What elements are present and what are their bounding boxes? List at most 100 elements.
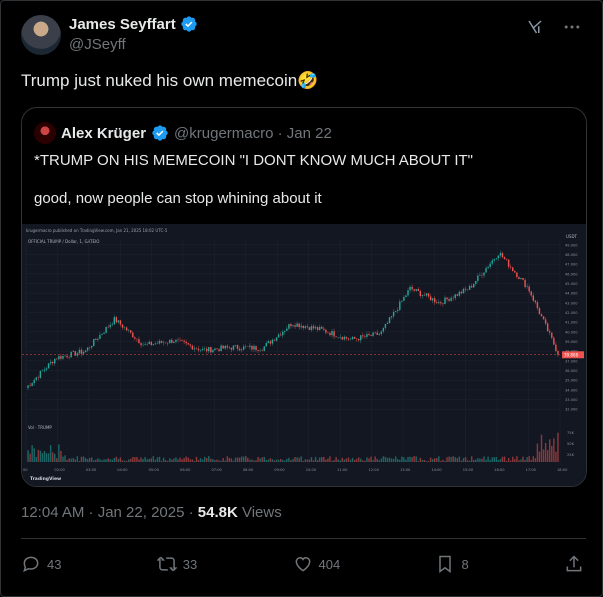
share-button[interactable] <box>564 554 584 574</box>
volume-bar <box>526 457 528 462</box>
x-tick-label: 13:00 <box>400 468 411 472</box>
candle <box>140 343 142 346</box>
price-candles <box>27 250 559 391</box>
candle <box>538 308 541 315</box>
candle <box>273 339 276 341</box>
volume-bar <box>349 459 352 462</box>
chart-image[interactable]: krugermacro published on TradingView.com… <box>22 224 586 486</box>
avatar[interactable] <box>21 15 61 55</box>
candle <box>226 345 228 348</box>
volume-bar <box>454 457 456 462</box>
volume-tick-label: 50K <box>567 442 575 446</box>
timestamp[interactable]: 12:04 AM · Jan 22, 2025 · <box>21 504 198 521</box>
y-tick-label: 47.000 <box>565 263 578 267</box>
volume-bar <box>483 456 485 462</box>
candle <box>130 330 132 333</box>
quote-display-name: Alex Krüger <box>61 124 147 142</box>
candle <box>144 344 146 345</box>
candle <box>294 325 296 327</box>
bookmark-button[interactable]: 8 <box>435 554 469 574</box>
volume-bar <box>394 456 397 462</box>
candle <box>485 268 487 273</box>
candle <box>495 258 498 260</box>
candle <box>333 331 335 337</box>
volume-bar <box>549 439 551 462</box>
volume-bar <box>325 459 327 462</box>
candle <box>181 339 183 341</box>
volume-bar <box>540 434 543 462</box>
volume-bar <box>413 456 415 462</box>
volume-bar <box>183 458 185 462</box>
volume-bar <box>39 450 42 462</box>
volume-bar <box>134 457 136 462</box>
candle <box>45 368 48 370</box>
volume-bar <box>546 450 549 462</box>
candle <box>312 326 315 329</box>
y-tick-label: 35.000 <box>565 379 578 383</box>
volume-bar <box>45 453 48 462</box>
candle <box>528 286 530 292</box>
y-tick-label: 44.000 <box>565 292 578 296</box>
candle <box>210 347 212 353</box>
candle <box>468 286 471 290</box>
display-name[interactable]: James Seyffart <box>69 16 176 33</box>
volume-bar <box>88 458 91 462</box>
volume-bar <box>294 457 296 462</box>
more-options-icon[interactable] <box>562 17 582 37</box>
candle <box>277 334 280 338</box>
x-axis-ticks: 00 02:00 03:00 04:00 05:00 06:00 07:00 08:00 09:… <box>23 468 568 472</box>
volume-bar <box>351 457 354 462</box>
volume-axis-ticks: 75K 50K 25K <box>567 431 575 457</box>
volume-bar <box>158 456 161 462</box>
candle <box>148 341 150 345</box>
candle <box>310 326 313 330</box>
volume-bar <box>162 457 165 462</box>
volume-bar <box>191 459 194 462</box>
volume-bar <box>522 456 524 462</box>
volume-bar <box>353 459 356 462</box>
like-button[interactable]: 404 <box>293 554 340 574</box>
volume-bar <box>43 451 46 462</box>
quote-text-line-2: good, now people can stop whining about … <box>34 190 322 207</box>
reply-button[interactable]: 43 <box>21 554 61 574</box>
volume-bar <box>403 457 405 462</box>
candle <box>503 257 506 260</box>
y-tick-label: 45.000 <box>565 282 578 286</box>
volume-bar <box>101 460 103 462</box>
volume-bar <box>384 456 387 462</box>
quoted-tweet[interactable]: Alex Krüger @krugermacro · Jan 22 *TRUMP… <box>21 107 587 487</box>
tweet-text: Trump just nuked his own memecoin🤣 <box>21 71 319 90</box>
volume-bar <box>536 443 539 462</box>
volume-bar <box>181 459 183 462</box>
volume-bar <box>555 451 557 462</box>
candle <box>436 302 438 304</box>
candle <box>220 345 222 352</box>
volume-tick-label: 25K <box>567 453 575 457</box>
volume-bar <box>470 456 473 462</box>
candle <box>43 369 46 371</box>
y-tick-label: 41.000 <box>565 321 578 325</box>
volume-bar <box>238 457 241 462</box>
volume-bar <box>230 458 233 462</box>
candle <box>31 383 33 386</box>
candle <box>376 332 378 335</box>
grok-icon[interactable] <box>526 18 544 36</box>
volume-bar <box>407 456 409 462</box>
candle <box>475 280 477 284</box>
candle <box>549 331 551 333</box>
candle <box>51 361 54 364</box>
candle <box>257 349 259 351</box>
volume-bar <box>495 457 498 462</box>
author-handle[interactable]: @JSeyff <box>69 36 198 53</box>
x-tick-label: 04:00 <box>117 468 128 472</box>
candle <box>419 291 422 296</box>
volume-bar <box>318 457 321 462</box>
volume-bar <box>386 457 389 462</box>
y-tick-label: 49.000 <box>565 243 578 247</box>
repost-button[interactable]: 33 <box>156 554 197 574</box>
volume-bar <box>214 460 216 462</box>
volume-bar <box>458 456 461 462</box>
candle <box>392 311 395 317</box>
candle <box>234 345 237 346</box>
volume-bar <box>236 457 239 462</box>
